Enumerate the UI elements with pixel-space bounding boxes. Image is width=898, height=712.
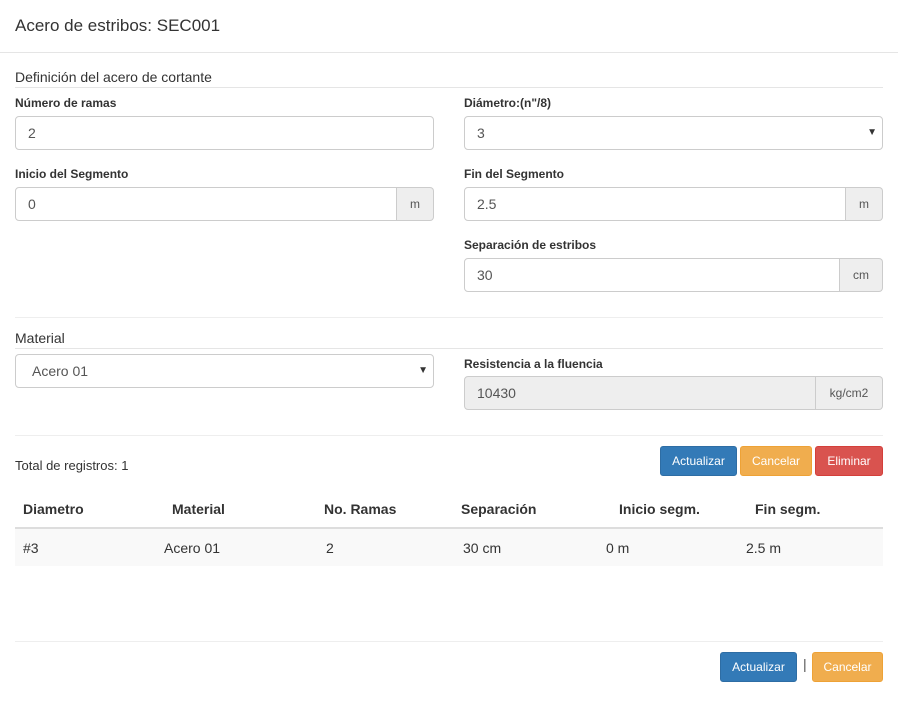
num-ramas-label: Número de ramas — [15, 96, 117, 110]
resistencia-input: 10430 — [464, 376, 816, 410]
fin-input[interactable]: 2.5 — [464, 187, 846, 221]
num-ramas-input[interactable]: 2 — [15, 116, 434, 150]
footer-cancel-button[interactable]: Cancelar — [812, 652, 883, 682]
divider — [15, 435, 883, 436]
diametro-label: Diámetro:(n"/8) — [464, 96, 552, 110]
fin-unit: m — [846, 187, 883, 221]
chevron-down-icon: ▼ — [867, 127, 877, 138]
modal-header: Acero de estribos: SEC001 — [0, 0, 898, 53]
chevron-down-icon: ▼ — [418, 365, 428, 376]
diametro-value: 3 — [477, 125, 485, 141]
footer-update-button[interactable]: Actualizar — [720, 652, 797, 682]
cell-diametro: #3 — [23, 540, 39, 556]
separacion-input[interactable]: 30 — [464, 258, 840, 292]
footer-divider — [15, 641, 883, 642]
inicio-unit: m — [397, 187, 434, 221]
cell-inicio: 0 m — [606, 540, 630, 556]
cancel-button[interactable]: Cancelar — [740, 446, 812, 476]
resistencia-label: Resistencia a la fluencia — [464, 357, 603, 371]
divider — [15, 317, 883, 318]
col-ramas: No. Ramas — [324, 501, 397, 517]
diametro-select[interactable]: 3 ▼ — [464, 116, 883, 150]
update-button[interactable]: Actualizar — [660, 446, 737, 476]
total-records: Total de registros: 1 — [15, 458, 129, 473]
material-value: Acero 01 — [32, 363, 89, 379]
material-section-title: Material — [15, 330, 883, 349]
inicio-input[interactable]: 0 — [15, 187, 397, 221]
col-separacion: Separación — [461, 501, 537, 517]
col-inicio: Inicio segm. — [619, 501, 700, 517]
fin-label: Fin del Segmento — [464, 167, 565, 181]
shear-section-title: Definición del acero de cortante — [15, 69, 883, 88]
modal-title: Acero de estribos: SEC001 — [15, 16, 221, 35]
footer-separator: | — [803, 656, 807, 672]
separacion-unit: cm — [840, 258, 883, 292]
delete-button[interactable]: Eliminar — [815, 446, 883, 476]
inicio-label: Inicio del Segmento — [15, 167, 129, 181]
cell-ramas: 2 — [326, 540, 334, 556]
resistencia-unit: kg/cm2 — [816, 376, 883, 410]
col-fin: Fin segm. — [755, 501, 821, 517]
separacion-label: Separación de estribos — [464, 238, 597, 252]
table-row[interactable]: #3 Acero 01 2 30 cm 0 m 2.5 m — [15, 529, 883, 566]
col-diametro: Diametro — [23, 501, 84, 517]
cell-material: Acero 01 — [164, 540, 221, 556]
cell-fin: 2.5 m — [746, 540, 782, 556]
table-header: Diametro Material No. Ramas Separación I… — [15, 489, 883, 529]
material-select[interactable]: Acero 01 ▼ — [15, 354, 434, 388]
cell-separacion: 30 cm — [463, 540, 502, 556]
col-material: Material — [172, 501, 225, 517]
